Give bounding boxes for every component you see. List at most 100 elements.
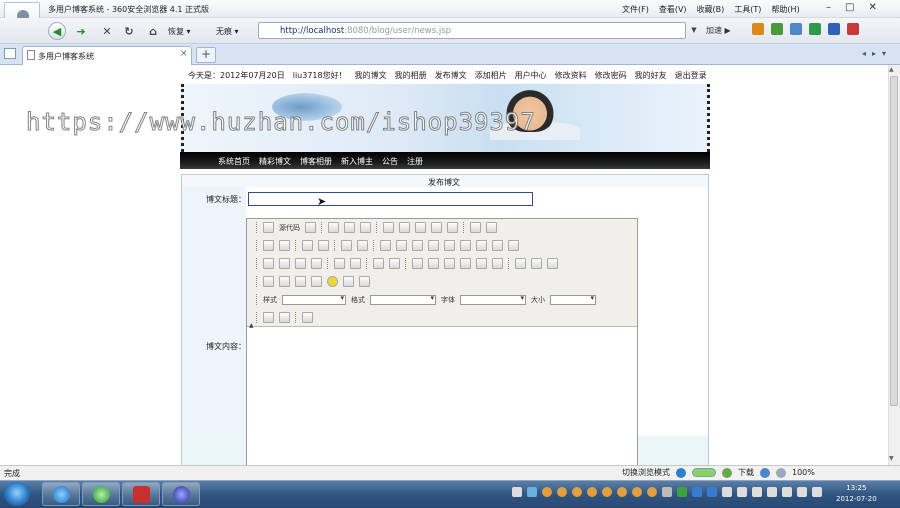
- start-button-icon[interactable]: [4, 482, 30, 506]
- font-select[interactable]: [460, 294, 526, 305]
- download-button[interactable]: 下载: [738, 467, 754, 478]
- forward-button[interactable]: ➜: [70, 22, 92, 40]
- print-icon[interactable]: [470, 222, 481, 233]
- textfield-icon[interactable]: [428, 240, 439, 251]
- bold-icon[interactable]: [263, 258, 274, 269]
- menu-icon[interactable]: [847, 23, 859, 35]
- style-select[interactable]: [282, 294, 346, 305]
- menu-tools[interactable]: 工具(T): [734, 4, 761, 15]
- qq-icon-5[interactable]: [602, 487, 612, 497]
- replace-icon[interactable]: [318, 240, 329, 251]
- menu-file[interactable]: 文件(F): [622, 4, 649, 15]
- paste-text-icon[interactable]: [431, 222, 442, 233]
- button-icon[interactable]: [476, 240, 487, 251]
- address-dropdown-icon[interactable]: ▼: [688, 22, 700, 39]
- restore-button[interactable]: 恢复 ▾: [168, 26, 191, 37]
- select-icon[interactable]: [460, 240, 471, 251]
- anchor-icon[interactable]: [547, 258, 558, 269]
- nav-my-posts[interactable]: 我的博文: [355, 70, 387, 81]
- numbered-list-icon[interactable]: [373, 258, 384, 269]
- horizontal-rule-icon[interactable]: [311, 276, 322, 287]
- template-icon[interactable]: [360, 222, 371, 233]
- nav-add-photo[interactable]: 添加相片: [475, 70, 507, 81]
- menu-favorites[interactable]: 收藏(B): [697, 4, 725, 15]
- tray-icon-1[interactable]: [512, 487, 522, 497]
- maximize-editor-icon[interactable]: [302, 312, 313, 323]
- scroll-down-icon[interactable]: ▼: [889, 455, 894, 462]
- nav-user-center[interactable]: 用户中心: [515, 70, 547, 81]
- collapse-toolbar-icon[interactable]: ▲: [249, 322, 254, 329]
- flash-icon[interactable]: [279, 276, 290, 287]
- new-page-icon[interactable]: [328, 222, 339, 233]
- hidden-field-icon[interactable]: [508, 240, 519, 251]
- textarea-icon[interactable]: [444, 240, 455, 251]
- home-button[interactable]: ⌂: [144, 22, 162, 40]
- toggle-switch[interactable]: [692, 468, 716, 477]
- select-all-icon[interactable]: [341, 240, 352, 251]
- nav-logout[interactable]: 退出登录: [675, 70, 707, 81]
- scroll-up-icon[interactable]: ▲: [889, 66, 894, 73]
- find-icon[interactable]: [302, 240, 313, 251]
- minimize-button[interactable]: –: [826, 2, 831, 13]
- cut-icon[interactable]: [383, 222, 394, 233]
- tray-icon-7[interactable]: [722, 487, 732, 497]
- cube-icon[interactable]: [752, 23, 764, 35]
- speaker-icon[interactable]: [776, 467, 786, 478]
- qq-icon[interactable]: [542, 487, 552, 497]
- outdent-icon[interactable]: [412, 258, 423, 269]
- qq-icon-4[interactable]: [587, 487, 597, 497]
- preview-icon[interactable]: [344, 222, 355, 233]
- special-char-icon[interactable]: [343, 276, 354, 287]
- globe-icon[interactable]: [676, 467, 686, 478]
- zoom-level[interactable]: 100%: [792, 468, 815, 477]
- format-select[interactable]: [370, 294, 436, 305]
- source-button[interactable]: 源代码: [279, 223, 300, 233]
- taskbar-app-blue[interactable]: [162, 482, 200, 506]
- subscript-icon[interactable]: [334, 258, 345, 269]
- source-icon[interactable]: [263, 222, 274, 233]
- nav-edit-profile[interactable]: 修改资料: [555, 70, 587, 81]
- justify-icon[interactable]: [492, 258, 503, 269]
- address-text[interactable]: http://localhost:8080/blog/user/news.jsp: [280, 26, 451, 36]
- underline-icon[interactable]: [295, 258, 306, 269]
- tray-icon-5[interactable]: [692, 487, 702, 497]
- bookmark-icon[interactable]: [760, 467, 770, 478]
- tray-icon-8[interactable]: [737, 487, 747, 497]
- back-button[interactable]: ◀: [48, 22, 66, 40]
- security-icon[interactable]: [722, 467, 732, 478]
- nav-publish-post[interactable]: 发布博文: [435, 70, 467, 81]
- site-nav-albums[interactable]: 博客相册: [300, 156, 332, 167]
- screenshot-icon[interactable]: [790, 23, 802, 35]
- radio-icon[interactable]: [412, 240, 423, 251]
- qq-icon-6[interactable]: [617, 487, 627, 497]
- nav-my-album[interactable]: 我的相册: [395, 70, 427, 81]
- bg-color-icon[interactable]: [279, 312, 290, 323]
- indent-icon[interactable]: [428, 258, 439, 269]
- refresh-button[interactable]: ↻: [120, 22, 138, 40]
- menu-help[interactable]: 帮助(H): [771, 4, 799, 15]
- taskbar-clock[interactable]: 13:25 2012-07-20: [836, 483, 877, 505]
- stop-button[interactable]: ✕: [98, 22, 116, 40]
- smiley-icon[interactable]: [327, 276, 338, 287]
- scroll-thumb[interactable]: [890, 76, 898, 406]
- paste-word-icon[interactable]: [447, 222, 458, 233]
- tray-icon-11[interactable]: [782, 487, 792, 497]
- table-icon[interactable]: [295, 276, 306, 287]
- strike-icon[interactable]: [311, 258, 322, 269]
- nav-my-friends[interactable]: 我的好友: [635, 70, 667, 81]
- align-left-icon[interactable]: [444, 258, 455, 269]
- title-input[interactable]: [248, 192, 533, 206]
- volume-icon[interactable]: [812, 487, 822, 497]
- qq-icon-2[interactable]: [557, 487, 567, 497]
- tray-icon-2[interactable]: [527, 487, 537, 497]
- sidebar-toggle-icon[interactable]: [4, 48, 16, 59]
- apps-icon[interactable]: [809, 23, 821, 35]
- qq-icon-7[interactable]: [632, 487, 642, 497]
- image-icon[interactable]: [263, 276, 274, 287]
- tray-icon-9[interactable]: [752, 487, 762, 497]
- align-right-icon[interactable]: [476, 258, 487, 269]
- paste-icon[interactable]: [415, 222, 426, 233]
- qq-icon-3[interactable]: [572, 487, 582, 497]
- tray-icon-6[interactable]: [707, 487, 717, 497]
- weather-icon[interactable]: [828, 23, 840, 35]
